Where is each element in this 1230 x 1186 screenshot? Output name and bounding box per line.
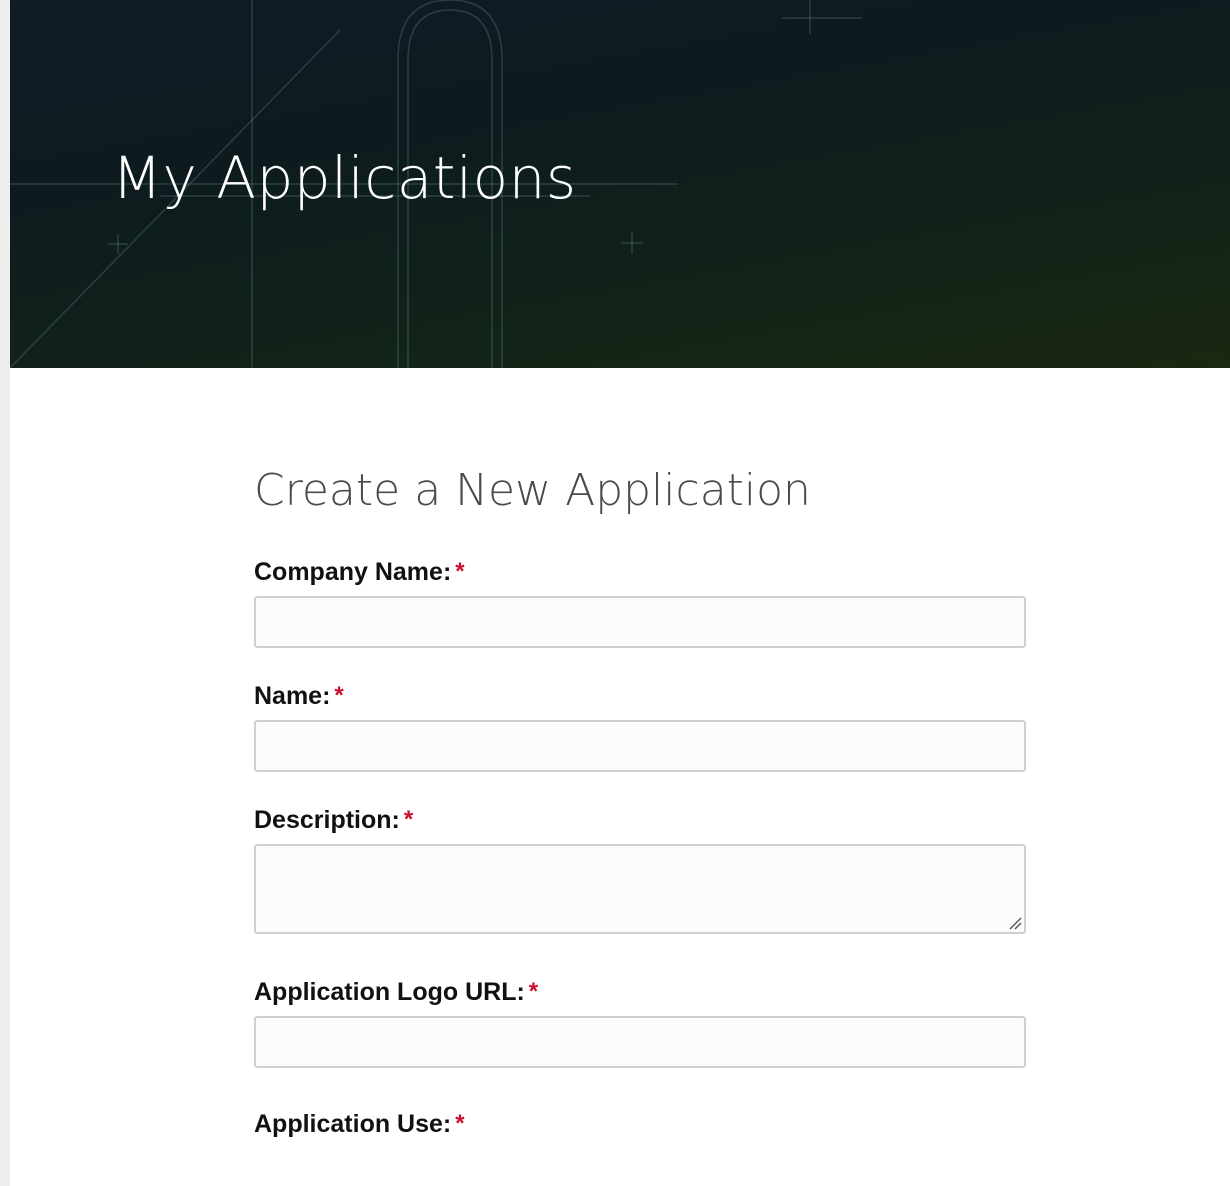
description-field: Description: *: [254, 808, 1026, 934]
company-name-input[interactable]: [254, 596, 1026, 648]
application-use-label-text: Application Use:: [254, 1110, 452, 1138]
hero-banner: My Applications: [10, 0, 1230, 368]
company-name-label: Company Name: *: [254, 558, 1026, 586]
company-name-field: Company Name: *: [254, 560, 1026, 648]
logo-url-input[interactable]: [254, 1016, 1026, 1068]
application-use-field: Application Use: *: [254, 1110, 1026, 1138]
form-title: Create a New Application: [254, 465, 811, 516]
description-label-text: Description:: [254, 806, 400, 834]
required-marker: *: [403, 806, 414, 833]
description-label: Description: *: [254, 806, 1026, 834]
description-textarea-wrapper: [254, 844, 1026, 934]
required-marker: *: [455, 1110, 465, 1137]
required-marker: *: [455, 558, 465, 585]
resize-handle-icon[interactable]: [1008, 916, 1022, 930]
name-label: Name: *: [254, 682, 1026, 710]
create-application-form: Create a New Application Company Name: * …: [254, 462, 1026, 1172]
required-marker: *: [334, 682, 344, 709]
logo-url-label: Application Logo URL: *: [254, 978, 1026, 1006]
page: My Applications Create a New Application…: [0, 0, 1230, 1186]
name-label-text: Name:: [254, 682, 331, 710]
logo-url-field: Application Logo URL: *: [254, 980, 1026, 1068]
logo-url-label-text: Application Logo URL:: [254, 978, 525, 1006]
name-field: Name: *: [254, 684, 1026, 772]
name-input[interactable]: [254, 720, 1026, 772]
window-left-edge: [0, 0, 10, 1186]
required-marker: *: [528, 978, 539, 1005]
page-title: My Applications: [112, 144, 577, 212]
company-name-label-text: Company Name:: [254, 558, 452, 586]
application-use-label: Application Use: *: [254, 1110, 1026, 1138]
description-textarea[interactable]: [254, 844, 1026, 934]
